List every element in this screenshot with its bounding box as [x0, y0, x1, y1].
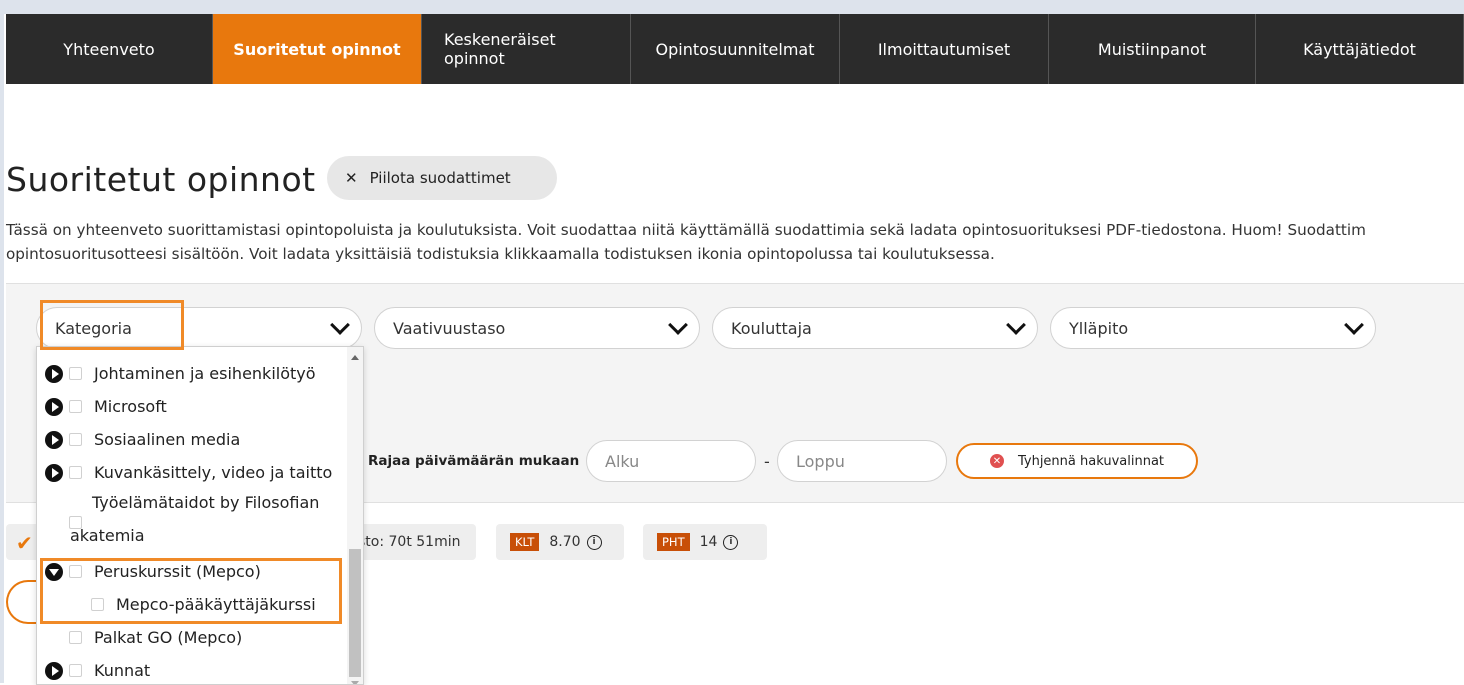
chevron-down-icon	[1006, 315, 1026, 335]
klt-value: 8.70	[549, 534, 581, 550]
tab-ilmoittautumiset[interactable]: Ilmoittautumiset	[840, 14, 1049, 84]
expand-icon[interactable]	[45, 430, 63, 449]
download-button-edge[interactable]	[6, 580, 36, 624]
checkbox[interactable]	[69, 631, 82, 644]
checkbox[interactable]	[69, 433, 82, 446]
pht-value: 14	[699, 534, 718, 550]
hide-filters-button[interactable]: ✕ Piilota suodattimet	[327, 156, 557, 200]
tab-yhteenveto[interactable]: Yhteenveto	[6, 14, 213, 84]
tab-keskeneraiset-opinnot[interactable]: Keskeneräiset opinnot	[422, 14, 631, 84]
list-item-label-line-1: Työelämätaidot by Filosofian	[92, 493, 320, 512]
list-item[interactable]: Johtaminen ja esihenkilötyö	[37, 357, 316, 390]
expand-icon[interactable]	[45, 661, 63, 680]
pht-stat: PHT 14 i	[643, 524, 767, 560]
list-item-label: Työelämätaidot by Filosofian akatemia	[70, 486, 320, 552]
info-icon[interactable]: i	[586, 534, 602, 550]
list-item-label: Kunnat	[94, 661, 151, 680]
description-line-1: Tässä on yhteenveto suorittamistasi opin…	[6, 221, 1366, 239]
kouluttaja-select-label: Kouluttaja	[731, 318, 812, 338]
list-item-label: Palkat GO (Mepco)	[94, 628, 243, 647]
clear-filters-button[interactable]: ✕ Tyhjennä hakuvalinnat	[956, 443, 1198, 479]
expand-icon[interactable]	[45, 397, 63, 416]
end-date-input[interactable]: Loppu	[777, 440, 947, 482]
scrollbar-thumb[interactable]	[349, 549, 361, 677]
duration-value: sto: 70t 51min	[358, 534, 461, 550]
highlight-box-kategoria	[40, 300, 184, 350]
end-date-placeholder: Loppu	[796, 451, 845, 471]
left-rule	[0, 14, 4, 683]
pht-badge: PHT	[657, 533, 690, 551]
scroll-up-icon[interactable]	[351, 355, 359, 360]
vaativuustaso-select-label: Vaativuustaso	[393, 318, 506, 338]
chevron-down-icon	[1344, 315, 1364, 335]
kouluttaja-select[interactable]: Kouluttaja	[712, 307, 1038, 349]
page-title: Suoritetut opinnot	[6, 160, 316, 199]
hide-filters-label: Piilota suodattimet	[369, 169, 511, 187]
klt-badge: KLT	[510, 533, 540, 551]
list-item-label: Kuvankäsittely, video ja taitto	[94, 463, 333, 482]
list-item-label: Sosiaalinen media	[94, 430, 241, 449]
check-icon: ✔	[16, 531, 33, 555]
page-description: Tässä on yhteenveto suorittamistasi opin…	[6, 218, 1464, 266]
checkbox[interactable]	[69, 664, 82, 677]
clear-filters-label: Tyhjennä hakuvalinnat	[1017, 453, 1165, 469]
list-item[interactable]: Sosiaalinen media	[37, 423, 240, 456]
date-filter-label: Rajaa päivämäärän mukaan	[368, 453, 580, 469]
yllapito-select-label: Ylläpito	[1069, 318, 1129, 338]
checkbox[interactable]	[69, 367, 82, 380]
expand-icon[interactable]	[45, 364, 63, 383]
chevron-down-icon	[330, 315, 350, 335]
expand-icon[interactable]	[45, 463, 63, 482]
chevron-down-icon	[668, 315, 688, 335]
tab-kayttajatiedot[interactable]: Käyttäjätiedot	[1256, 14, 1464, 84]
list-item[interactable]: Palkat GO (Mepco)	[69, 621, 242, 654]
yllapito-select[interactable]: Ylläpito	[1050, 307, 1376, 349]
vaativuustaso-select[interactable]: Vaativuustaso	[374, 307, 700, 349]
tab-suoritetut-opinnot[interactable]: Suoritetut opinnot	[213, 14, 422, 84]
list-item[interactable]: Microsoft	[37, 390, 167, 423]
scroll-down-icon[interactable]	[351, 681, 359, 684]
clear-icon: ✕	[989, 454, 1004, 468]
highlight-box-peruskurssit	[40, 558, 342, 624]
list-item[interactable]: Kuvankäsittely, video ja taitto	[37, 456, 332, 489]
info-icon[interactable]: i	[723, 534, 739, 550]
description-line-2: opintosuoritusotteesi sisältöön. Voit la…	[6, 245, 995, 263]
checkbox[interactable]	[69, 466, 82, 479]
klt-stat: KLT 8.70 i	[496, 524, 624, 560]
dropdown-scrollbar[interactable]	[347, 347, 363, 684]
top-strip	[0, 0, 1464, 14]
tab-opintosuunnitelmat[interactable]: Opintosuunnitelmat	[631, 14, 840, 84]
date-separator: -	[764, 452, 770, 471]
list-item-label: Johtaminen ja esihenkilötyö	[94, 364, 316, 383]
checkbox[interactable]	[69, 400, 82, 413]
start-date-placeholder: Alku	[605, 451, 640, 471]
main-nav: Yhteenveto Suoritetut opinnot Keskeneräi…	[6, 14, 1464, 84]
list-item[interactable]: Kunnat	[37, 654, 151, 684]
list-item-label-line-2: akatemia	[70, 526, 145, 545]
start-date-input[interactable]: Alku	[586, 440, 756, 482]
tab-muistiinpanot[interactable]: Muistiinpanot	[1049, 14, 1256, 84]
kategoria-dropdown: Johtaminen ja esihenkilötyö Microsoft So…	[36, 346, 364, 685]
list-item-label: Microsoft	[94, 397, 167, 416]
close-icon: ✕	[345, 169, 358, 187]
list-item[interactable]: Työelämätaidot by Filosofian akatemia	[37, 489, 319, 555]
